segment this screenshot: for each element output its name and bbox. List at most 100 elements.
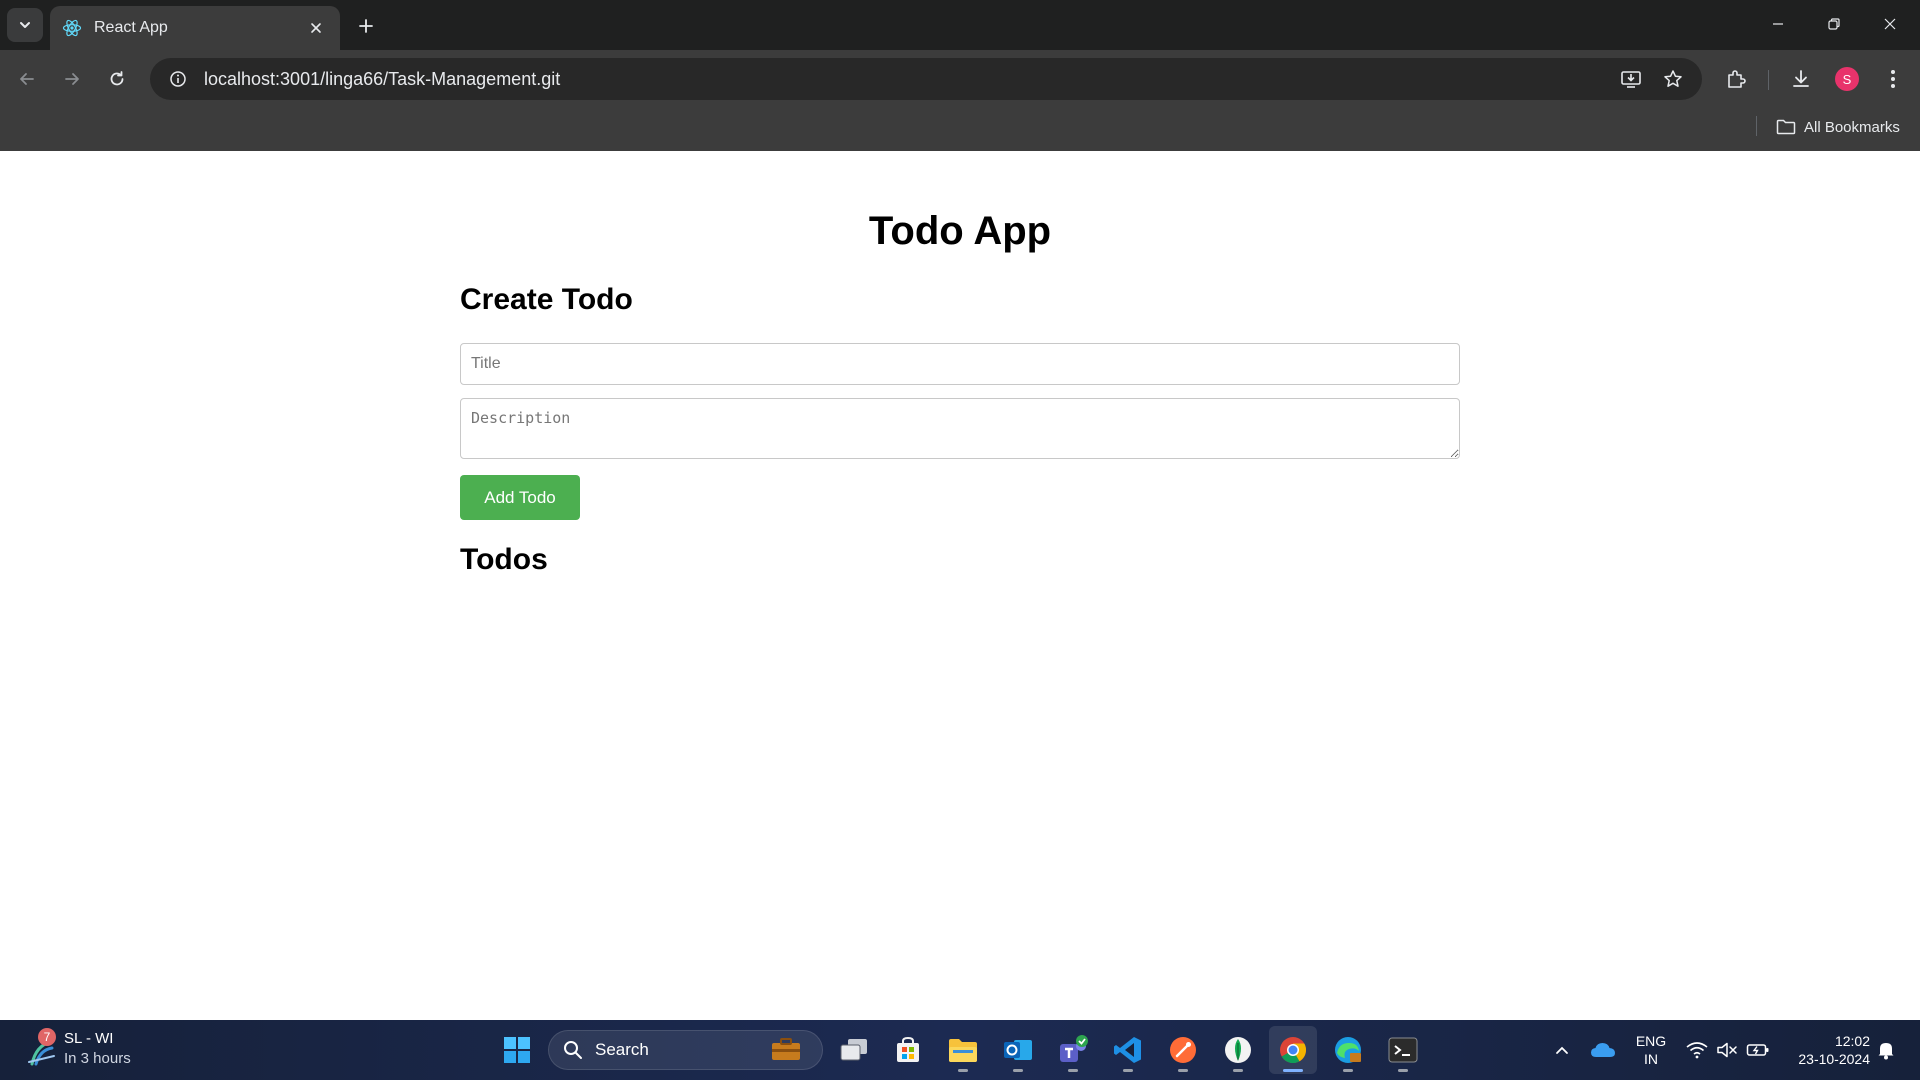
install-app-icon (1621, 71, 1641, 88)
battery-charging-icon (1746, 1044, 1769, 1056)
taskbar-search[interactable]: Search (548, 1030, 823, 1070)
reload-icon (110, 71, 124, 86)
more-vertical-icon (1891, 70, 1895, 88)
wifi-button[interactable] (1684, 1034, 1710, 1066)
running-indicator (1123, 1069, 1133, 1072)
plus-icon (359, 19, 373, 33)
minimize-icon (1773, 23, 1783, 25)
minimize-button[interactable] (1754, 4, 1802, 44)
running-indicator (1013, 1069, 1023, 1072)
bookmarks-divider (1756, 116, 1757, 136)
add-todo-button[interactable]: Add Todo (460, 475, 580, 520)
address-bar[interactable]: localhost:3001/linga66/Task-Management.g… (150, 58, 1702, 100)
puzzle-icon (1728, 70, 1746, 88)
description-input[interactable] (460, 398, 1460, 459)
new-tab-button[interactable] (352, 12, 380, 40)
running-indicator (1343, 1069, 1353, 1072)
battery-button[interactable] (1744, 1034, 1772, 1066)
task-view-icon (840, 1039, 867, 1061)
windows-logo-icon (504, 1037, 530, 1063)
vscode-icon (1114, 1037, 1141, 1063)
arrow-left-icon (20, 73, 34, 85)
taskbar-clock[interactable]: 12:02 23-10-2024 (1776, 1032, 1870, 1068)
teams-icon (1060, 1035, 1088, 1062)
close-icon (311, 23, 321, 33)
chrome-menu-button[interactable] (1876, 62, 1910, 96)
download-icon (1793, 70, 1809, 87)
bookmarks-bar: All Bookmarks (0, 108, 1920, 151)
restore-button[interactable] (1810, 4, 1858, 44)
postman-icon (1170, 1037, 1196, 1063)
vscode-button[interactable] (1104, 1026, 1152, 1074)
outlook-button[interactable] (994, 1026, 1042, 1074)
running-indicator (1068, 1069, 1078, 1072)
edge-button[interactable] (1324, 1026, 1372, 1074)
todos-heading: Todos (460, 543, 548, 576)
mongodb-leaf-icon (1225, 1037, 1251, 1063)
avatar: S (1835, 67, 1859, 91)
restore-icon (1828, 18, 1840, 30)
reload-button[interactable] (100, 62, 134, 96)
onedrive-button[interactable] (1588, 1034, 1618, 1066)
file-explorer-button[interactable] (939, 1026, 987, 1074)
clock-date: 23-10-2024 (1798, 1051, 1870, 1067)
create-todo-heading: Create Todo (460, 283, 633, 316)
install-app-button[interactable] (1614, 62, 1648, 96)
tab-close-button[interactable] (304, 16, 328, 40)
weather-badge: 7 (38, 1028, 56, 1046)
url-text[interactable]: localhost:3001/linga66/Task-Management.g… (204, 69, 560, 90)
running-indicator (1233, 1069, 1243, 1072)
weather-title: SL - WI (64, 1030, 114, 1047)
postman-button[interactable] (1159, 1026, 1207, 1074)
search-icon (564, 1041, 582, 1059)
briefcase-icon (772, 1038, 800, 1060)
microsoft-store-button[interactable] (884, 1026, 932, 1074)
title-input[interactable] (460, 343, 1460, 385)
profile-button[interactable]: S (1830, 62, 1864, 96)
edge-icon (1335, 1037, 1361, 1063)
task-view-button[interactable] (830, 1026, 878, 1074)
running-indicator (1178, 1069, 1188, 1072)
browser-toolbar: localhost:3001/linga66/Task-Management.g… (0, 50, 1920, 108)
running-indicator (1398, 1069, 1408, 1072)
browser-tab-active[interactable]: React App (50, 6, 340, 50)
terminal-icon (1388, 1037, 1418, 1063)
info-icon (170, 71, 186, 87)
mongodb-compass-button[interactable] (1214, 1026, 1262, 1074)
downloads-button[interactable] (1784, 62, 1818, 96)
tab-title: React App (94, 19, 168, 36)
bookmark-star-button[interactable] (1656, 62, 1690, 96)
language-indicator[interactable]: ENG IN (1630, 1032, 1672, 1068)
folder-icon (1776, 119, 1796, 135)
notifications-button[interactable] (1874, 1034, 1898, 1066)
search-label: Search (595, 1040, 649, 1059)
site-info-button[interactable] (158, 58, 198, 100)
toolbar-divider (1768, 70, 1769, 90)
tab-search-button[interactable] (7, 8, 43, 42)
cloud-icon (1591, 1043, 1615, 1057)
all-bookmarks-button[interactable]: All Bookmarks (1776, 114, 1900, 140)
back-button[interactable] (10, 62, 44, 96)
chrome-icon (1280, 1037, 1307, 1064)
close-icon (1884, 18, 1896, 30)
close-window-button[interactable] (1866, 4, 1914, 44)
start-button[interactable] (493, 1026, 541, 1074)
chrome-button[interactable] (1269, 1026, 1317, 1074)
teams-button[interactable] (1049, 1026, 1097, 1074)
bell-icon (1878, 1043, 1894, 1060)
weather-subtitle: In 3 hours (64, 1050, 131, 1067)
page-content: Todo App Create Todo Add Todo Todos (0, 151, 1920, 1020)
star-icon (1664, 70, 1682, 87)
show-hidden-icons-button[interactable] (1550, 1034, 1574, 1066)
outlook-icon (1004, 1040, 1032, 1060)
wifi-icon (1686, 1042, 1708, 1059)
volume-button[interactable] (1714, 1034, 1740, 1066)
browser-tab-strip: React App (0, 0, 1920, 50)
extensions-button[interactable] (1719, 62, 1753, 96)
terminal-button[interactable] (1379, 1026, 1427, 1074)
language-code: ENG (1635, 1033, 1667, 1049)
arrow-right-icon (65, 73, 79, 85)
forward-button[interactable] (55, 62, 89, 96)
react-logo-icon (62, 18, 82, 38)
weather-widget[interactable]: 7 SL - WI In 3 hours (22, 1028, 162, 1072)
